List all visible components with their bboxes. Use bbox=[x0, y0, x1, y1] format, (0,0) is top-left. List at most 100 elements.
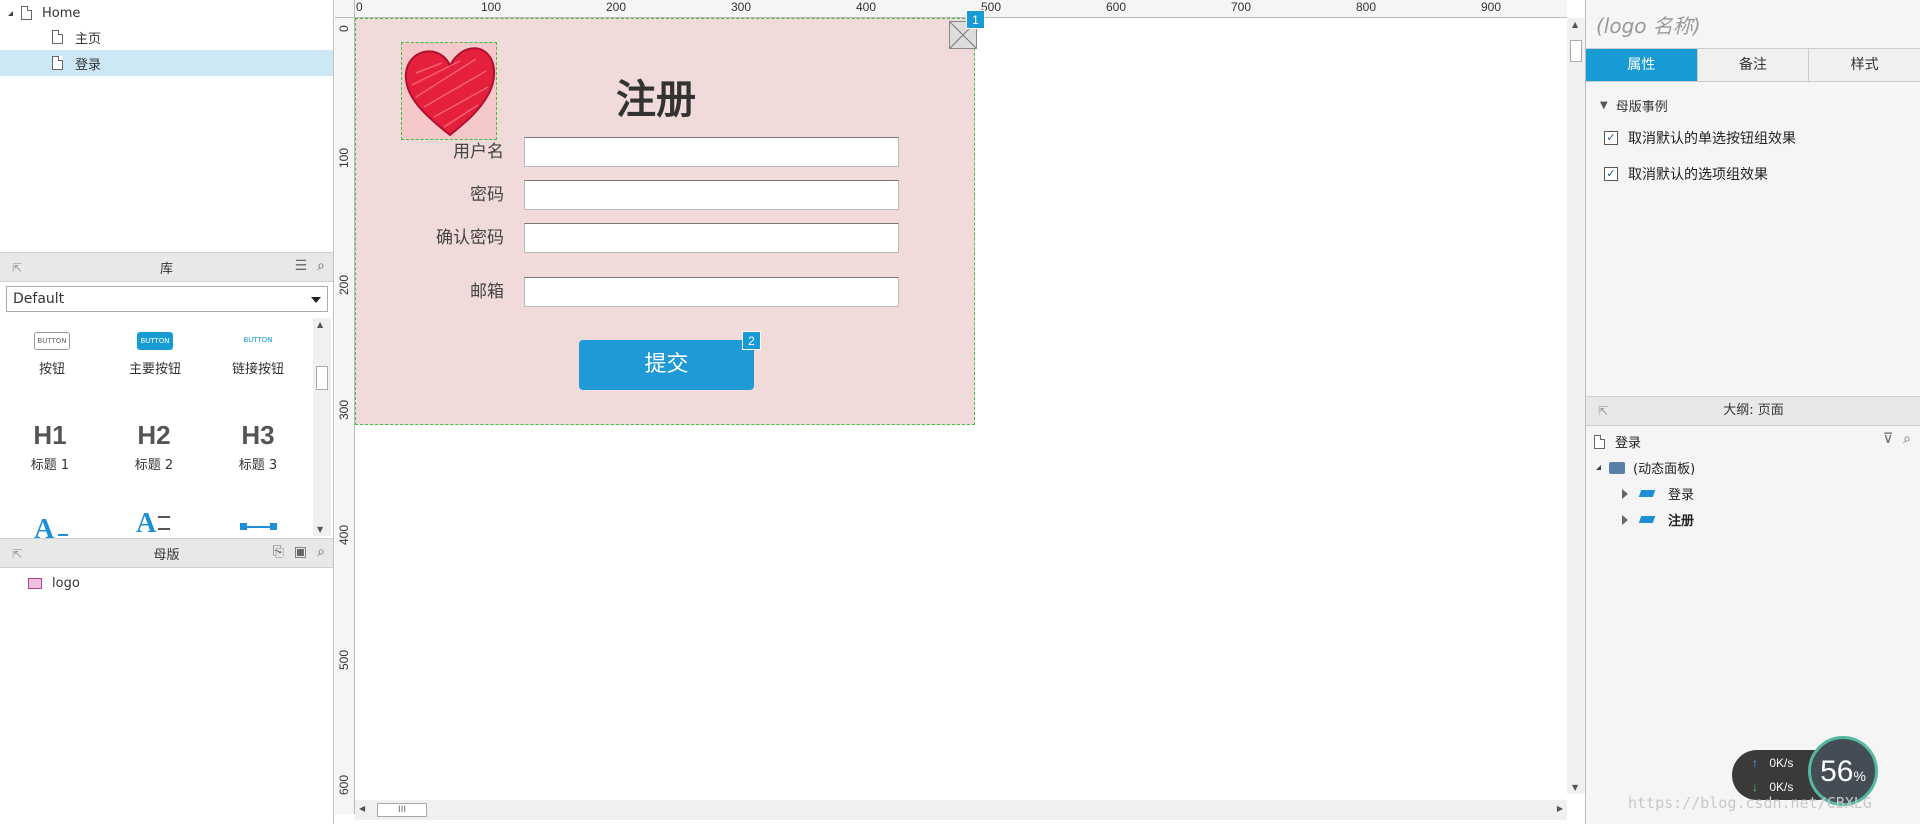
email-field[interactable] bbox=[524, 277, 899, 307]
heart-icon bbox=[404, 47, 496, 137]
expand-arrow-icon[interactable] bbox=[1622, 488, 1628, 499]
left-panel: Home 主页 登录 ⇱ 库 ☰ ⌕ Default BUTTON 按钮 BUT… bbox=[0, 0, 334, 824]
checkbox-checked[interactable]: ✓ bbox=[1604, 167, 1618, 181]
widget-name-field[interactable]: (logo 名称) bbox=[1596, 10, 1701, 39]
outline-page-label: 登录 bbox=[1615, 436, 1642, 451]
ruler-left: 0 100 200 300 400 500 600 bbox=[335, 18, 355, 814]
search-icon[interactable]: ⌕ bbox=[317, 258, 325, 274]
password-field[interactable] bbox=[524, 180, 899, 210]
label-widget-underline bbox=[58, 534, 68, 536]
menu-icon[interactable]: ☰ bbox=[295, 258, 308, 274]
network-speed-widget[interactable]: ↑ 0K/s ↓ 0K/s 56% bbox=[1732, 736, 1882, 806]
outline-panel-label: (动态面板) bbox=[1633, 462, 1696, 477]
library-item-h3[interactable]: H3 标题 3 bbox=[208, 418, 308, 473]
sitemap-item-home-page[interactable]: 主页 bbox=[0, 24, 333, 50]
library-scrollbar[interactable]: ▲ ▼ bbox=[313, 318, 331, 536]
master-icon bbox=[28, 577, 42, 589]
ruler-label: 200 bbox=[606, 0, 627, 14]
design-canvas[interactable]: 0 100 200 300 400 500 600 700 800 900 0 … bbox=[335, 0, 1585, 824]
master-item-logo[interactable]: logo bbox=[0, 570, 333, 596]
library-title: 库 bbox=[159, 261, 173, 277]
paragraph-lines-icon bbox=[158, 516, 170, 530]
search-icon[interactable]: ⌕ bbox=[317, 544, 325, 560]
outline-state-label: 登录 bbox=[1668, 488, 1695, 503]
scroll-right-icon[interactable]: ▶ bbox=[1557, 804, 1563, 813]
library-select[interactable]: Default bbox=[6, 286, 328, 312]
page-icon bbox=[52, 56, 63, 70]
collapse-icon[interactable]: ⇱ bbox=[12, 261, 22, 275]
interaction-badge[interactable]: 2 bbox=[742, 331, 761, 350]
sitemap-item-login[interactable]: 登录 bbox=[0, 50, 333, 76]
library-item-label: 标题 2 bbox=[134, 458, 174, 473]
scroll-left-icon[interactable]: ◀ bbox=[359, 804, 365, 813]
outline-dynamic-panel-row[interactable]: (动态面板) bbox=[1596, 458, 1695, 477]
library-item-h1[interactable]: H1 标题 1 bbox=[0, 418, 100, 473]
library-header: ⇱ 库 ☰ ⌕ bbox=[0, 252, 333, 282]
submit-button[interactable]: 提交 bbox=[579, 340, 754, 390]
password-label: 密码 bbox=[470, 185, 504, 205]
outline-page-row[interactable]: 登录 bbox=[1594, 432, 1641, 451]
ruler-corner bbox=[335, 0, 355, 18]
sitemap-label: 登录 bbox=[75, 57, 102, 73]
tab-notes[interactable]: 备注 bbox=[1697, 49, 1810, 81]
add-folder-icon[interactable]: ▣ bbox=[294, 544, 307, 560]
scrollbar-thumb[interactable]: III bbox=[377, 803, 427, 817]
master-section-header[interactable]: ▼ 母版事例 bbox=[1600, 96, 1668, 115]
master-label: logo bbox=[52, 575, 80, 591]
ruler-label: 400 bbox=[856, 0, 877, 14]
sitemap-label: 主页 bbox=[75, 31, 102, 47]
tab-style[interactable]: 样式 bbox=[1809, 49, 1920, 81]
paragraph-widget-icon[interactable]: A bbox=[136, 508, 156, 540]
chevron-down-icon bbox=[311, 297, 321, 303]
add-master-icon[interactable]: ⎘ bbox=[273, 544, 284, 560]
library-item-label: 标题 3 bbox=[238, 458, 278, 473]
confirm-password-field[interactable] bbox=[524, 223, 899, 253]
tab-properties[interactable]: 属性 bbox=[1586, 49, 1698, 81]
option-radio-group[interactable]: ✓ 取消默认的单选按钮组效果 bbox=[1604, 128, 1796, 148]
scroll-up-icon[interactable]: ▲ bbox=[1572, 20, 1578, 29]
scrollbar-thumb[interactable] bbox=[316, 366, 328, 390]
link-button-thumbnail: BUTTON bbox=[243, 336, 273, 344]
canvas-horizontal-scrollbar[interactable]: ◀ III ▶ bbox=[355, 800, 1567, 820]
panel-state-icon bbox=[1638, 516, 1656, 523]
h3-thumbnail: H3 bbox=[241, 420, 275, 450]
library-item-label: 按钮 bbox=[38, 362, 65, 377]
collapse-icon[interactable]: ⇱ bbox=[12, 547, 22, 561]
outline-state-register[interactable]: 注册 bbox=[1622, 510, 1694, 529]
library-item-button[interactable]: BUTTON 按钮 bbox=[2, 332, 102, 377]
checkbox-checked[interactable]: ✓ bbox=[1604, 131, 1618, 145]
line-endpoint-icon bbox=[270, 523, 277, 530]
download-speed-value: 0K/s bbox=[1769, 780, 1794, 794]
ruler-label: 0 bbox=[337, 25, 351, 32]
expand-arrow-icon[interactable] bbox=[1622, 514, 1628, 525]
ruler-label: 0 bbox=[356, 0, 363, 14]
page-icon bbox=[21, 6, 32, 20]
library-item-primary-button[interactable]: BUTTON 主要按钮 bbox=[105, 332, 205, 377]
outline-state-login[interactable]: 登录 bbox=[1622, 484, 1694, 503]
canvas-vertical-scrollbar[interactable]: ▲ ▼ bbox=[1567, 18, 1585, 794]
ruler-top: 0 100 200 300 400 500 600 700 800 900 bbox=[355, 0, 1567, 18]
library-item-link-button[interactable]: BUTTON 链接按钮 bbox=[208, 332, 308, 377]
collapse-icon[interactable]: ⇱ bbox=[1598, 397, 1608, 425]
scrollbar-thumb[interactable] bbox=[1570, 40, 1582, 62]
expand-arrow-icon[interactable] bbox=[8, 10, 13, 16]
confirm-password-label: 确认密码 bbox=[436, 228, 504, 248]
dynamic-panel[interactable]: 1 注册 用户名 密码 确认密码 邮箱 提交 2 bbox=[355, 10, 985, 425]
sitemap-item-home[interactable]: Home bbox=[0, 0, 333, 26]
expand-arrow-icon[interactable] bbox=[1596, 465, 1601, 470]
library-item-label: 链接按钮 bbox=[231, 362, 284, 377]
interaction-badge[interactable]: 1 bbox=[966, 10, 985, 29]
username-field[interactable] bbox=[524, 137, 899, 167]
search-icon[interactable]: ⌕ bbox=[1903, 425, 1911, 453]
library-item-h2[interactable]: H2 标题 2 bbox=[104, 418, 204, 473]
scroll-down-icon[interactable]: ▼ bbox=[317, 525, 323, 534]
option-selection-group[interactable]: ✓ 取消默认的选项组效果 bbox=[1604, 164, 1768, 184]
ruler-label: 600 bbox=[337, 774, 351, 795]
library-item-label: 主要按钮 bbox=[128, 362, 181, 377]
scroll-down-icon[interactable]: ▼ bbox=[1572, 783, 1578, 792]
filter-icon[interactable]: ⊽ bbox=[1883, 425, 1893, 453]
library-item-label: 标题 1 bbox=[30, 458, 70, 473]
scroll-up-icon[interactable]: ▲ bbox=[317, 320, 323, 329]
percent-sign: % bbox=[1853, 768, 1866, 784]
logo-image[interactable] bbox=[401, 42, 497, 140]
